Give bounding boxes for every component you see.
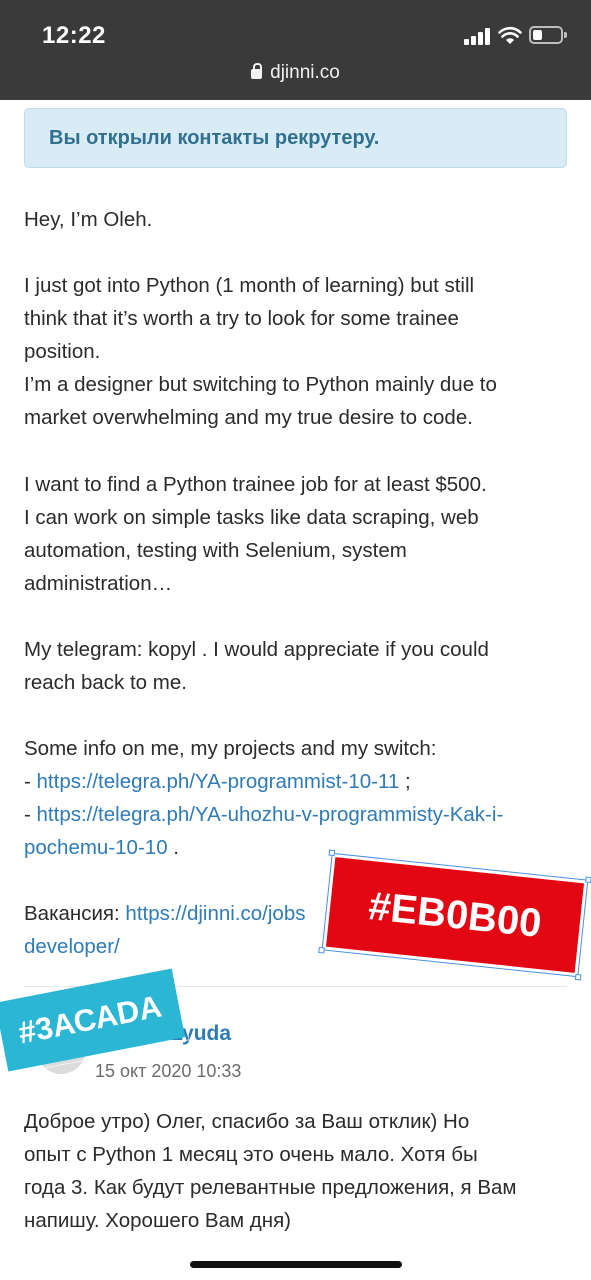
telegraph-link-2-cont[interactable]: pochemu-10-10	[24, 836, 168, 859]
selection-frame	[321, 852, 589, 978]
resize-handle[interactable]	[574, 973, 582, 981]
resize-handle[interactable]	[318, 946, 325, 954]
telegraph-link-1[interactable]: https://telegra.ph/YA-programmist-10-11	[37, 770, 400, 793]
message-greeting: Hey, I’m Oleh.	[24, 208, 153, 231]
resize-handle[interactable]	[585, 876, 591, 884]
message-line: Some info on me, my projects and my swit…	[24, 737, 437, 760]
teal-hex-sticker[interactable]: #3АСАDА	[0, 963, 190, 1077]
lock-icon	[251, 63, 263, 79]
browser-top-bar: 12:22 djinni.co	[0, 0, 591, 100]
message-line: automation, testing with Selenium, syste…	[24, 539, 407, 562]
battery-icon	[529, 26, 567, 44]
message-line: administration…	[24, 572, 173, 595]
vacancy-label: Вакансия:	[24, 902, 126, 925]
resize-handle[interactable]	[328, 849, 336, 857]
status-time: 12:22	[42, 22, 106, 49]
address-bar[interactable]: djinni.co	[0, 62, 591, 84]
message-line: market overwhelming and my true desire t…	[24, 406, 473, 429]
message-line: My telegram: kopyl . I would appreciate …	[24, 638, 489, 661]
dash: -	[24, 770, 37, 793]
selection-frame	[0, 963, 190, 1077]
reply-date: 15 окт 2020 10:33	[95, 1061, 242, 1081]
cellular-signal-icon	[464, 27, 492, 45]
reply-text: Доброе утро) Олег, спасибо за Ваш отклик…	[24, 1105, 517, 1237]
message-paragraph-1: I just got into Python (1 month of learn…	[24, 269, 497, 434]
reply-line: опыт с Python 1 месяц это очень мало. Хо…	[24, 1143, 478, 1166]
dash: -	[24, 803, 37, 826]
alert-text: Вы открыли контакты рекрутеру.	[49, 127, 380, 149]
message-line: position.	[24, 340, 101, 363]
reply-line: Доброе утро) Олег, спасибо за Ваш отклик…	[24, 1110, 470, 1133]
message-line: I can work on simple tasks like data scr…	[24, 506, 479, 529]
link-line-2b: pochemu-10-10 .	[24, 831, 503, 864]
vacancy-link-cont[interactable]: developer/	[24, 935, 120, 958]
reply-line: года 3. Как будут релевантные предложени…	[24, 1176, 517, 1199]
reply-line: напишу. Хорошего Вам дня)	[24, 1209, 292, 1232]
contacts-opened-alert: Вы открыли контакты рекрутеру.	[24, 108, 567, 168]
message-line: reach back to me.	[24, 671, 187, 694]
message-line: I’m a designer but switching to Python m…	[24, 373, 497, 396]
message-paragraph-links: Some info on me, my projects and my swit…	[24, 732, 503, 864]
link-line-2: - https://telegra.ph/YA-uhozhu-v-program…	[24, 798, 503, 831]
link-line-1: - https://telegra.ph/YA-programmist-10-1…	[24, 765, 503, 798]
message-paragraph-3: My telegram: kopyl . I would appreciate …	[24, 633, 489, 699]
wifi-icon	[498, 26, 522, 44]
telegraph-link-2[interactable]: https://telegra.ph/YA-uhozhu-v-programmi…	[37, 803, 504, 826]
vacancy-link[interactable]: https://djinni.co/jobs	[125, 902, 305, 925]
home-indicator[interactable]	[190, 1261, 402, 1268]
message-line: I want to find a Python trainee job for …	[24, 473, 487, 496]
punctuation: .	[167, 836, 179, 859]
punctuation: ;	[399, 770, 411, 793]
message-line: think that it’s worth a try to look for …	[24, 307, 459, 330]
address-domain: djinni.co	[270, 62, 340, 83]
vacancy-line: Вакансия: https://djinni.co/jobs develop…	[24, 897, 305, 963]
message-line: I just got into Python (1 month of learn…	[24, 274, 475, 297]
message-paragraph-2: I want to find a Python trainee job for …	[24, 468, 487, 600]
red-hex-sticker[interactable]: #ЕВ0В00	[318, 849, 591, 981]
